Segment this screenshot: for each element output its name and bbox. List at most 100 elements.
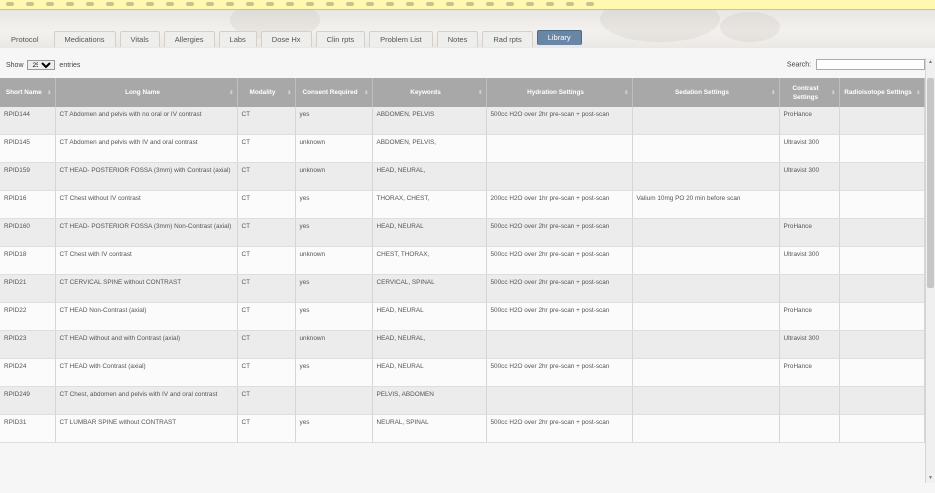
table-row[interactable]: RPID22 CT HEAD Non-Contrast (axial) CT yes H… xyxy=(0,302,925,331)
cell-contrast: ProHance xyxy=(779,107,840,135)
vertical-scrollbar[interactable]: ▲ ▼ xyxy=(925,58,935,483)
page-length-control: Show 25 entries xyxy=(6,60,80,70)
scroll-thumb[interactable] xyxy=(927,78,934,288)
cell-long-name: CT Abdomen and pelvis with IV and oral c… xyxy=(55,134,238,163)
table-row[interactable]: RPID23 CT HEAD without and with Contrast … xyxy=(0,330,925,359)
cell-keywords: HEAD, NEURAL, xyxy=(372,330,487,359)
sort-icon: ⇕ xyxy=(771,90,776,96)
cell-consent: yes xyxy=(295,302,373,331)
cell-consent: unknown xyxy=(295,162,373,191)
column-header-consent-required[interactable]: Consent Required ⇕ xyxy=(295,78,373,107)
tab-notes[interactable]: Notes xyxy=(436,31,479,47)
library-table: Short Name ⇕ Long Name ⇕ Modality ⇕ Consent… xyxy=(0,78,925,443)
cell-radioisotope xyxy=(839,330,925,359)
cell-sedation xyxy=(632,386,780,415)
cell-hydration xyxy=(486,162,633,191)
cell-consent: yes xyxy=(295,218,373,247)
cell-short-name: RPID144 xyxy=(0,107,56,135)
cell-modality: CT xyxy=(237,162,296,191)
table-row[interactable]: RPID160 CT HEAD- POSTERIOR FOSSA (3mm) No… xyxy=(0,218,925,247)
cell-long-name: CT Abdomen and pelvis with no oral or IV… xyxy=(55,107,238,135)
column-header-sedation-settings[interactable]: Sedation Settings ⇕ xyxy=(632,78,780,107)
tab-dose-hx[interactable]: Dose Hx xyxy=(260,31,312,47)
table-row[interactable]: RPID18 CT Chest with IV contrast CT unknown… xyxy=(0,246,925,275)
scroll-up-arrow-icon[interactable]: ▲ xyxy=(926,58,935,67)
sort-icon: ⇕ xyxy=(229,90,234,96)
tab-problem-list[interactable]: Problem List xyxy=(369,31,433,47)
cell-radioisotope xyxy=(839,134,925,163)
page-length-select[interactable]: 25 xyxy=(27,60,56,70)
table-row[interactable]: RPID16 CT Chest without IV contrast CT yes T… xyxy=(0,190,925,219)
cell-short-name: RPID160 xyxy=(0,218,56,247)
cell-contrast: Ultravist 300 xyxy=(779,162,840,191)
column-header-keywords[interactable]: Keywords ⇕ xyxy=(372,78,487,107)
sort-icon: ⇕ xyxy=(916,90,921,96)
cell-contrast: Ultravist 300 xyxy=(779,134,840,163)
cell-modality: CT xyxy=(237,134,296,163)
column-header-modality[interactable]: Modality ⇕ xyxy=(237,78,296,107)
tab-protocol[interactable]: Protocol xyxy=(0,31,50,47)
sort-icon: ⇕ xyxy=(831,90,836,96)
cell-hydration: 500cc H2O over 2hr pre-scan + post-scan xyxy=(486,302,633,331)
tab-clin-rpts[interactable]: Clin rpts xyxy=(315,31,366,47)
cell-radioisotope xyxy=(839,358,925,387)
column-header-long-name[interactable]: Long Name ⇕ xyxy=(55,78,238,107)
cell-hydration: 500cc H2O over 2hr pre-scan + post-scan xyxy=(486,358,633,387)
tab-labs[interactable]: Labs xyxy=(218,31,257,47)
cell-modality: CT xyxy=(237,274,296,303)
cell-hydration: 200cc H2O over 1hr pre-scan + post-scan xyxy=(486,190,633,219)
cell-contrast: ProHance xyxy=(779,358,840,387)
cell-sedation xyxy=(632,246,780,275)
cell-long-name: CT HEAD with Contrast (axial) xyxy=(55,358,238,387)
cell-hydration: 500cc H2O over 2hr pre-scan + post-scan xyxy=(486,246,633,275)
table-row[interactable]: RPID145 CT Abdomen and pelvis with IV and… xyxy=(0,134,925,163)
cell-short-name: RPID31 xyxy=(0,414,56,443)
cell-short-name: RPID159 xyxy=(0,162,56,191)
cell-keywords: HEAD, NEURAL xyxy=(372,358,487,387)
tab-library[interactable]: Library xyxy=(536,30,582,45)
sort-icon: ⇕ xyxy=(287,90,292,96)
cell-consent: unknown xyxy=(295,330,373,359)
table-row[interactable]: RPID24 CT HEAD with Contrast (axial) CT yes… xyxy=(0,358,925,387)
cell-consent: yes xyxy=(295,358,373,387)
cell-consent: yes xyxy=(295,274,373,303)
cell-modality: CT xyxy=(237,246,296,275)
cell-long-name: CT Chest, abdomen and pelvis with IV and… xyxy=(55,386,238,415)
cell-radioisotope xyxy=(839,218,925,247)
cell-short-name: RPID24 xyxy=(0,358,56,387)
table-row[interactable]: RPID159 CT HEAD- POSTERIOR FOSSA (3mm) wi… xyxy=(0,162,925,191)
sort-icon: ⇕ xyxy=(364,90,369,96)
cell-keywords: HEAD, NEURAL xyxy=(372,302,487,331)
column-header-short-name[interactable]: Short Name ⇕ xyxy=(0,78,56,107)
table-row[interactable]: RPID249 CT Chest, abdomen and pelvis with… xyxy=(0,386,925,415)
cell-short-name: RPID145 xyxy=(0,134,56,163)
cell-long-name: CT HEAD- POSTERIOR FOSSA (3mm) with Cont… xyxy=(55,162,238,191)
tab-rad-rpts[interactable]: Rad rpts xyxy=(482,31,533,47)
cell-keywords: HEAD, NEURAL xyxy=(372,218,487,247)
tab-allergies[interactable]: Allergies xyxy=(163,31,215,47)
column-header-hydration-settings[interactable]: Hydration Settings ⇕ xyxy=(486,78,633,107)
scroll-down-arrow-icon[interactable]: ▼ xyxy=(926,474,935,483)
cell-short-name: RPID22 xyxy=(0,302,56,331)
cell-sedation xyxy=(632,330,780,359)
table-row[interactable]: RPID31 CT LUMBAR SPINE without CONTRAST CT… xyxy=(0,414,925,443)
cell-consent xyxy=(295,386,373,415)
cell-hydration: 500cc H2O over 2hr pre-scan + post-scan xyxy=(486,107,633,135)
cell-short-name: RPID16 xyxy=(0,190,56,219)
cell-radioisotope xyxy=(839,162,925,191)
sort-icon: ⇕ xyxy=(47,90,52,96)
tab-medications[interactable]: Medications xyxy=(53,31,116,47)
cell-radioisotope xyxy=(839,107,925,135)
column-header-label: Long Name xyxy=(125,89,160,96)
column-header-contrast-settings[interactable]: Contrast Settings ⇕ xyxy=(779,78,840,107)
table-row[interactable]: RPID21 CT CERVICAL SPINE without CONTRAST… xyxy=(0,274,925,303)
cell-long-name: CT HEAD without and with Contrast (axial… xyxy=(55,330,238,359)
cell-long-name: CT HEAD Non-Contrast (axial) xyxy=(55,302,238,331)
search-input[interactable] xyxy=(816,59,925,70)
cell-radioisotope xyxy=(839,190,925,219)
cell-long-name: CT LUMBAR SPINE without CONTRAST xyxy=(55,414,238,443)
tab-vitals[interactable]: Vitals xyxy=(119,31,160,47)
cell-short-name: RPID18 xyxy=(0,246,56,275)
column-header-radioisotope-settings[interactable]: Radioisotope Settings ⇕ xyxy=(839,78,925,107)
table-row[interactable]: RPID144 CT Abdomen and pelvis with no ora… xyxy=(0,107,925,135)
